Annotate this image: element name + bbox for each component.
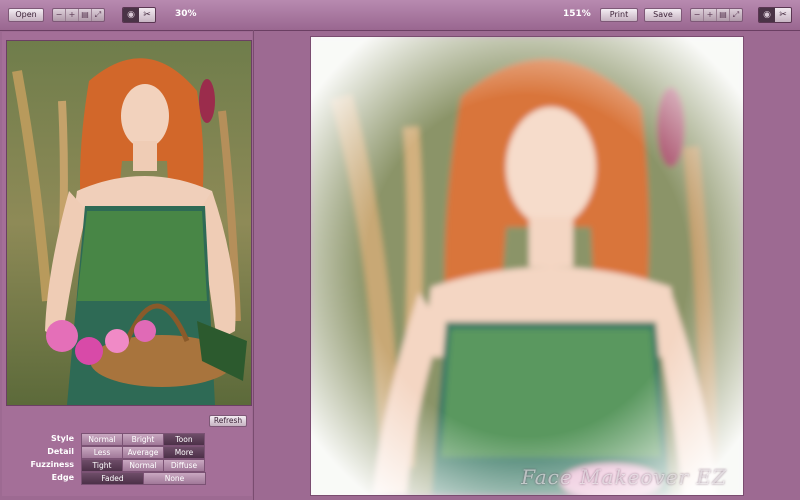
original-photo-thumbnail [6, 40, 252, 406]
style-option-toon[interactable]: Toon [163, 433, 205, 446]
eye-icon[interactable]: ◉ [759, 8, 775, 22]
left-zoom-readout: 30% [175, 9, 197, 19]
processed-photo [311, 37, 743, 495]
expand-icon[interactable]: ⤢ [92, 9, 104, 21]
plus-icon[interactable]: + [704, 9, 717, 21]
detail-option-average[interactable]: Average [122, 446, 164, 459]
print-button[interactable]: Print [600, 8, 638, 22]
style-option-normal[interactable]: Normal [81, 433, 123, 446]
style-label: Style [51, 434, 74, 443]
detail-segmented-control: Less Average More [81, 446, 205, 459]
left-panel: Refresh Style Normal Bright Toon Detail … [2, 32, 252, 496]
left-zoom-tools: − + ▤ ⤢ [52, 8, 105, 22]
style-option-bright[interactable]: Bright [122, 433, 164, 446]
plus-icon[interactable]: + [66, 9, 79, 21]
detail-option-more[interactable]: More [163, 446, 205, 459]
panel-divider [253, 30, 254, 500]
edge-option-none[interactable]: None [143, 472, 206, 485]
left-view-toggle: ◉ ✂ [122, 7, 156, 23]
save-button[interactable]: Save [644, 8, 682, 22]
fuzziness-segmented-control: Tight Normal Diffuse [81, 459, 205, 472]
fuzziness-label: Fuzziness [30, 460, 74, 469]
minus-icon[interactable]: − [53, 9, 66, 21]
eye-icon[interactable]: ◉ [123, 8, 139, 22]
tools-icon[interactable]: ✂ [139, 8, 155, 22]
fit-icon[interactable]: ▤ [717, 9, 730, 21]
fuzziness-option-normal[interactable]: Normal [122, 459, 164, 472]
app-watermark: Face Makeover EZ [521, 465, 727, 489]
style-segmented-control: Normal Bright Toon [81, 433, 205, 446]
fit-icon[interactable]: ▤ [79, 9, 92, 21]
edge-segmented-control: Faded None [81, 472, 206, 485]
right-view-toggle: ◉ ✂ [758, 7, 792, 23]
fuzziness-option-diffuse[interactable]: Diffuse [163, 459, 205, 472]
processed-photo-view: Face Makeover EZ [310, 36, 744, 496]
toolbar: Open − + ▤ ⤢ ◉ ✂ 30% 151% Print Save − +… [0, 0, 800, 31]
expand-icon[interactable]: ⤢ [730, 9, 742, 21]
edge-option-faded[interactable]: Faded [81, 472, 144, 485]
minus-icon[interactable]: − [691, 9, 704, 21]
original-photo [7, 41, 251, 405]
detail-option-less[interactable]: Less [81, 446, 123, 459]
detail-label: Detail [47, 447, 74, 456]
fuzziness-option-tight[interactable]: Tight [81, 459, 123, 472]
right-zoom-tools: − + ▤ ⤢ [690, 8, 743, 22]
refresh-button[interactable]: Refresh [209, 415, 247, 427]
edge-label: Edge [51, 473, 74, 482]
right-zoom-readout: 151% [563, 9, 591, 19]
tools-icon[interactable]: ✂ [775, 8, 791, 22]
open-button[interactable]: Open [8, 8, 44, 22]
